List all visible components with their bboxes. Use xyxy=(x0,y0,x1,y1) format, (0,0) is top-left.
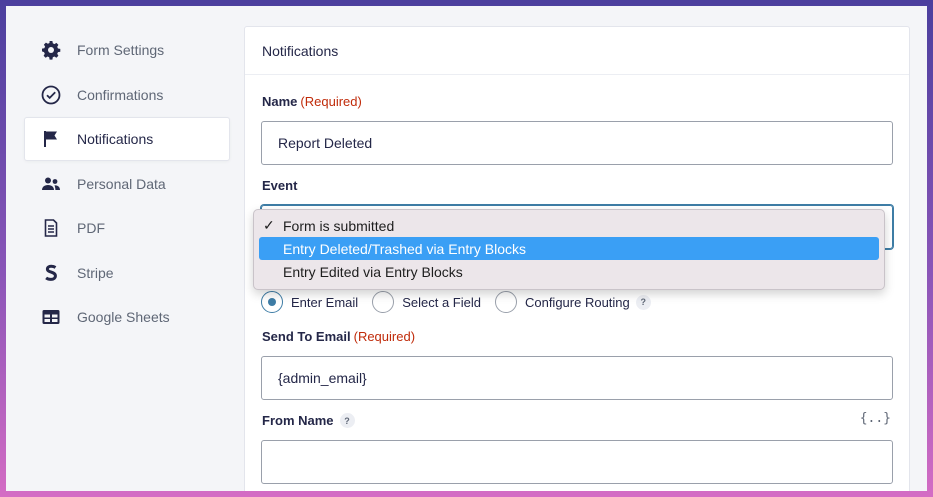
users-icon xyxy=(41,174,61,194)
sidebar-item-label: PDF xyxy=(77,220,105,236)
required-marker: (Required) xyxy=(353,329,416,344)
option-label: Entry Edited via Entry Blocks xyxy=(283,263,463,280)
app-frame: Form Settings Confirmations Notification… xyxy=(6,6,927,491)
merge-tag-icon[interactable]: {..} xyxy=(860,411,891,426)
radio-enter-email[interactable]: Enter Email xyxy=(261,291,358,313)
sidebar-item-label: Notifications xyxy=(77,131,154,147)
required-marker: (Required) xyxy=(300,94,362,109)
from-name-label-text: From Name xyxy=(262,413,334,428)
name-label: Name (Required) xyxy=(262,94,362,109)
send-to-email-label: Send To Email (Required) xyxy=(262,329,415,344)
stripe-icon xyxy=(41,263,61,283)
radio-circle[interactable] xyxy=(372,291,395,313)
sidebar-item-form-settings[interactable]: Form Settings xyxy=(24,28,230,72)
radio-label: Select a Field xyxy=(402,294,481,310)
radio-select-field[interactable]: Select a Field xyxy=(372,291,481,313)
radio-circle[interactable] xyxy=(494,291,517,313)
event-label: Event xyxy=(262,178,298,193)
sidebar-item-label: Form Settings xyxy=(77,42,165,58)
radio-circle[interactable] xyxy=(261,291,283,313)
sidebar-item-label: Stripe xyxy=(77,264,114,281)
sidebar-item-confirmations[interactable]: Confirmations xyxy=(24,73,230,117)
dropdown-option-entry-edited[interactable]: Entry Edited via Entry Blocks xyxy=(259,260,879,283)
option-label: Entry Deleted/Trashed via Entry Blocks xyxy=(283,240,527,257)
send-to-email-label-text: Send To Email xyxy=(262,329,351,344)
dropdown-option-form-submitted[interactable]: ✓ Form is submitted xyxy=(259,214,879,237)
sidebar-item-label: Google Sheets xyxy=(77,309,170,325)
flag-icon xyxy=(41,129,61,149)
name-label-text: Name xyxy=(262,94,298,109)
name-field[interactable]: Report Deleted xyxy=(261,121,893,165)
sidebar-item-label: Confirmations xyxy=(77,86,164,103)
from-name-field[interactable] xyxy=(261,440,893,484)
sidebar-item-personal-data[interactable]: Personal Data xyxy=(24,162,230,206)
sidebar-item-google-sheets[interactable]: Google Sheets xyxy=(24,295,230,339)
document-icon xyxy=(41,218,61,238)
help-icon[interactable]: ? xyxy=(635,294,651,310)
radio-configure-routing[interactable]: Configure Routing ? xyxy=(494,291,651,313)
event-dropdown-menu: ✓ Form is submitted Entry Deleted/Trashe… xyxy=(253,209,885,290)
table-icon xyxy=(41,307,61,327)
settings-sidebar: Form Settings Confirmations Notification… xyxy=(24,28,230,340)
help-icon[interactable]: ? xyxy=(339,413,355,428)
option-label: Form is submitted xyxy=(283,217,395,234)
send-to-email-field[interactable]: {admin_email} xyxy=(261,356,893,400)
sidebar-item-pdf[interactable]: PDF xyxy=(24,206,230,250)
sidebar-item-label: Personal Data xyxy=(77,175,166,192)
sidebar-item-stripe[interactable]: Stripe xyxy=(24,251,230,295)
sidebar-item-notifications[interactable]: Notifications xyxy=(24,117,230,161)
gear-icon xyxy=(41,40,61,60)
radio-label: Configure Routing xyxy=(524,294,630,310)
send-to-radio-group: Enter Email Select a Field Configure Rou… xyxy=(261,291,665,313)
check-circle-icon xyxy=(41,85,61,105)
checkmark-icon: ✓ xyxy=(263,217,275,233)
radio-label: Enter Email xyxy=(291,294,359,310)
panel-title: Notifications xyxy=(245,27,909,75)
dropdown-option-entry-deleted[interactable]: Entry Deleted/Trashed via Entry Blocks xyxy=(259,237,879,260)
from-name-label: From Name ? xyxy=(262,413,355,428)
